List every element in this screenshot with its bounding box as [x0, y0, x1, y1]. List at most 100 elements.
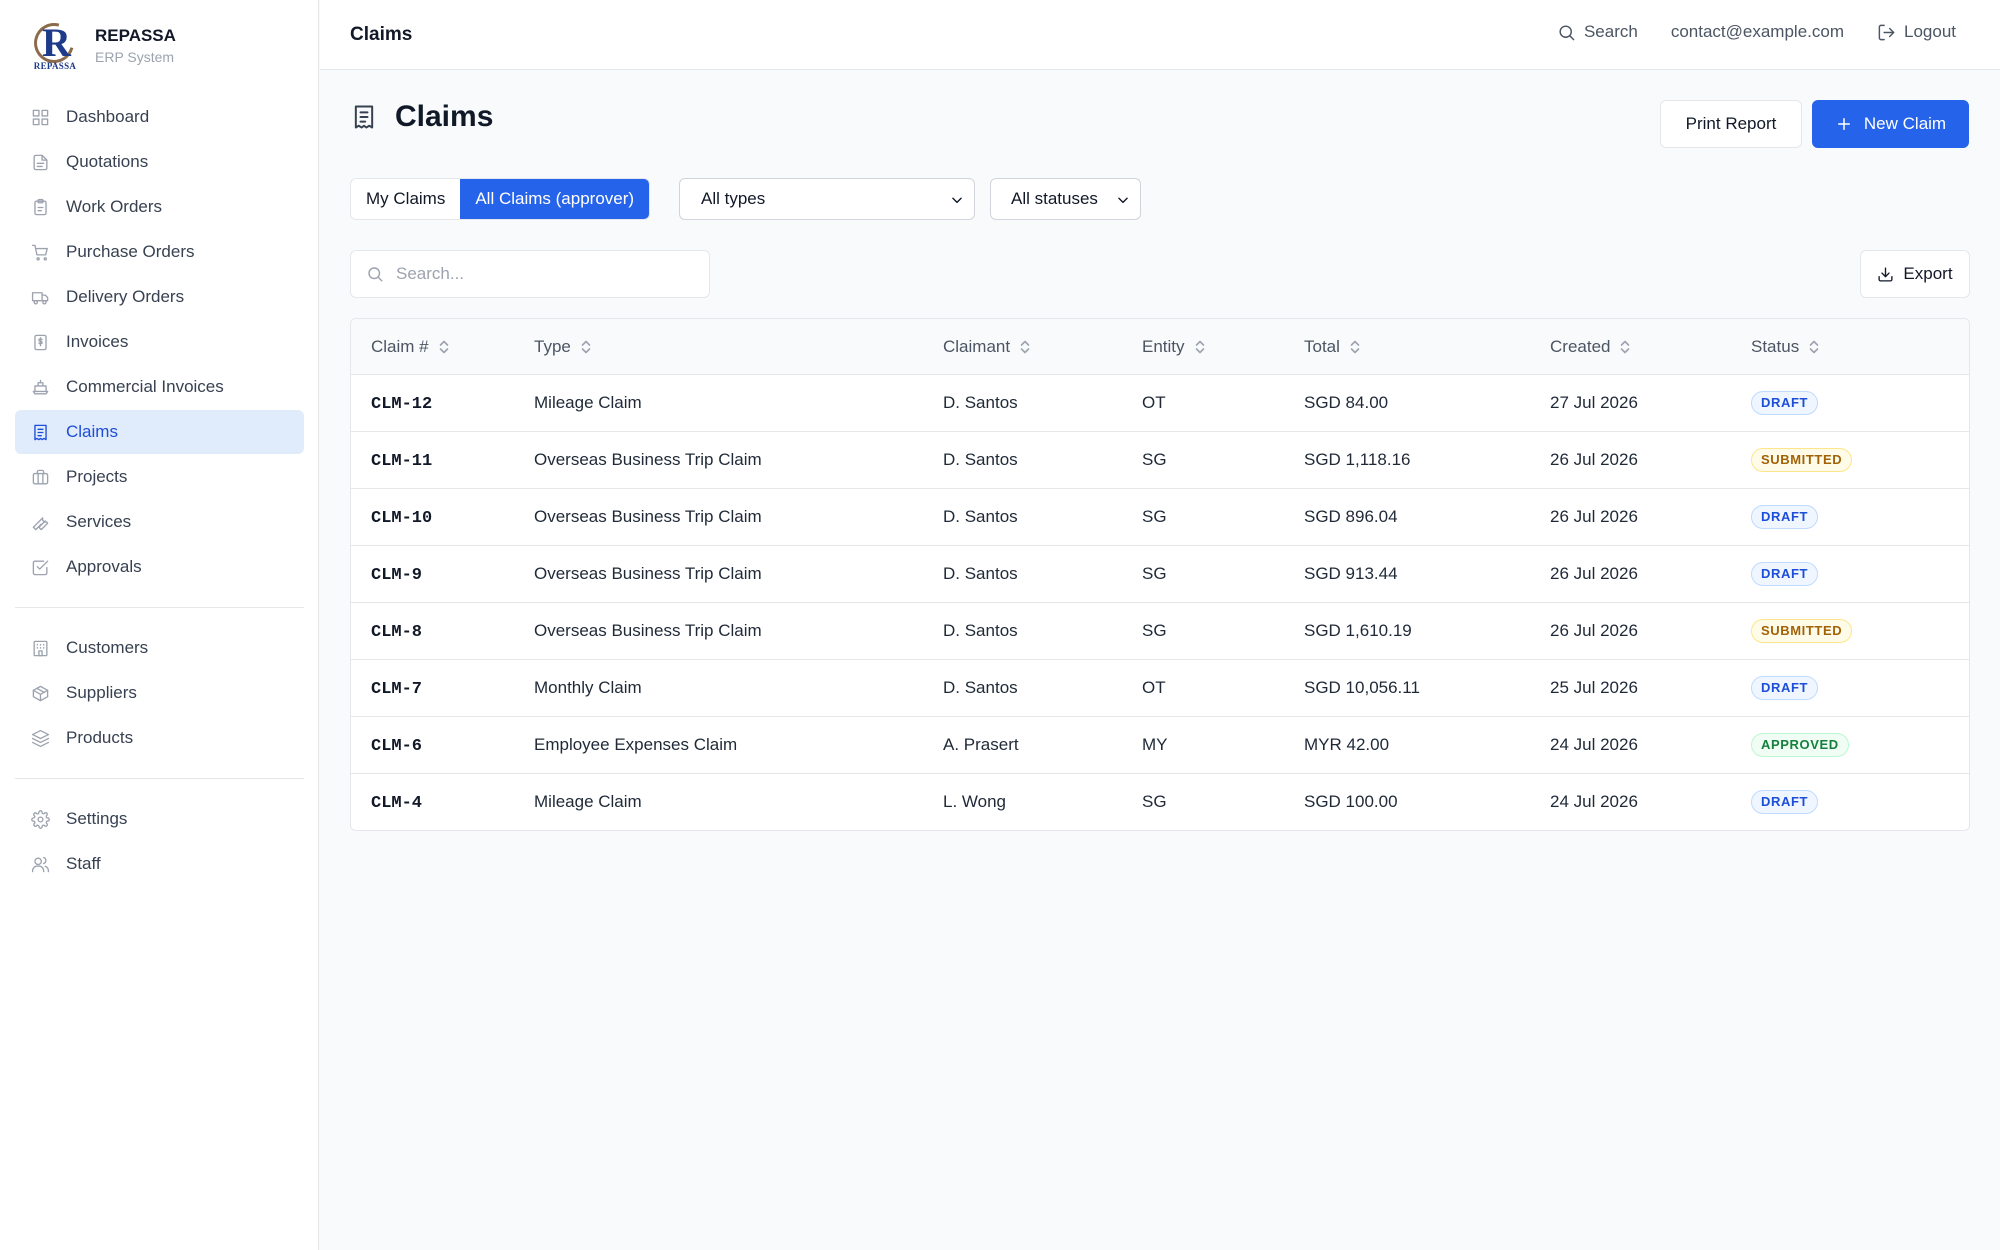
claim-number-link[interactable]: CLM-6 [371, 737, 422, 756]
layers-icon [30, 728, 50, 748]
cell-total: SGD 10,056.11 [1304, 678, 1420, 697]
table-row[interactable]: CLM-7 Monthly Claim D. Santos OT SGD 10,056.… [351, 660, 1969, 717]
cell-id[interactable]: CLM-6 [351, 735, 534, 756]
cell-status: SUBMITTED [1751, 619, 1969, 643]
topbar-search-button[interactable]: Search [1557, 22, 1638, 42]
cell-id[interactable]: CLM-7 [351, 678, 534, 699]
cell-id[interactable]: CLM-11 [351, 450, 534, 471]
column-header[interactable]: Status [1751, 337, 1969, 357]
sidebar-item-projects[interactable]: Projects [15, 455, 304, 499]
column-header[interactable]: Type [534, 337, 943, 357]
print-report-button[interactable]: Print Report [1660, 100, 1802, 148]
sort-icon [438, 339, 450, 355]
table-row[interactable]: CLM-6 Employee Expenses Claim A. Prasert MY… [351, 717, 1969, 774]
sidebar-item-quotations[interactable]: Quotations [15, 140, 304, 184]
sort-icon [1194, 339, 1206, 355]
cell-status: DRAFT [1751, 676, 1969, 700]
status-filter-select[interactable]: All statuses [990, 178, 1141, 220]
column-header[interactable]: Claimant [943, 337, 1142, 357]
sidebar-item-label: Commercial Invoices [66, 377, 224, 396]
download-icon [1878, 266, 1893, 282]
sidebar-item-approvals[interactable]: Approvals [15, 545, 304, 589]
package-icon [30, 683, 50, 703]
check-square-icon [30, 557, 50, 577]
sort-icon [1619, 339, 1631, 355]
sidebar-item-dashboard[interactable]: Dashboard [15, 95, 304, 139]
receipt-icon [354, 105, 374, 129]
brand[interactable]: R REPASSA REPASSA ERP System [26, 15, 176, 72]
cell-id[interactable]: CLM-4 [351, 792, 534, 813]
cell-id[interactable]: CLM-8 [351, 621, 534, 642]
cell-total: SGD 913.44 [1304, 564, 1398, 583]
receipt-icon [30, 422, 50, 442]
logout-button[interactable]: Logout [1877, 22, 1956, 42]
table-row[interactable]: CLM-12 Mileage Claim D. Santos OT SGD 84.00 2… [351, 375, 1969, 432]
new-claim-label: New Claim [1863, 114, 1947, 133]
sidebar-item-work-orders[interactable]: Work Orders [15, 185, 304, 229]
cell-total: MYR 42.00 [1304, 735, 1390, 754]
sort-icon [580, 339, 592, 355]
claim-number-link[interactable]: CLM-7 [371, 680, 422, 699]
status-badge: DRAFT [1751, 790, 1819, 814]
sidebar-item-claims[interactable]: Claims [15, 410, 304, 454]
new-claim-button[interactable]: New Claim [1812, 100, 1969, 148]
claim-number-link[interactable]: CLM-12 [371, 395, 432, 414]
claim-number-link[interactable]: CLM-8 [371, 623, 422, 642]
status-badge: DRAFT [1751, 676, 1819, 700]
table-row[interactable]: CLM-11 Overseas Business Trip Claim D. San… [351, 432, 1969, 489]
column-header-label: Entity [1142, 336, 1185, 356]
sidebar-item-products[interactable]: Products [15, 716, 304, 760]
sidebar-item-staff[interactable]: Staff [15, 842, 304, 886]
cell-type: Mileage Claim [534, 792, 642, 811]
claim-number-link[interactable]: CLM-9 [371, 566, 422, 585]
cell-id[interactable]: CLM-12 [351, 393, 534, 414]
chevron-down-icon [1116, 192, 1130, 206]
claim-number-link[interactable]: CLM-4 [371, 794, 422, 813]
tab-all-claims[interactable]: All Claims (approver) [460, 179, 650, 219]
cell-entity: MY [1142, 735, 1168, 754]
cell-id[interactable]: CLM-10 [351, 507, 534, 528]
status-badge: DRAFT [1751, 391, 1819, 415]
cell-status: APPROVED [1751, 733, 1969, 757]
sidebar-item-suppliers[interactable]: Suppliers [15, 671, 304, 715]
sidebar-item-settings[interactable]: Settings [15, 797, 304, 841]
cell-status: SUBMITTED [1751, 448, 1969, 472]
column-header[interactable]: Entity [1142, 337, 1304, 357]
status-badge: SUBMITTED [1751, 619, 1853, 643]
search-input[interactable] [396, 264, 696, 284]
column-header-label: Claimant [943, 336, 1011, 356]
sidebar-item-services[interactable]: Services [15, 500, 304, 544]
sidebar-item-label: Customers [66, 638, 149, 657]
sidebar-item-delivery-orders[interactable]: Delivery Orders [15, 275, 304, 319]
briefcase-icon [30, 467, 50, 487]
sidebar-item-label: Claims [66, 422, 118, 441]
cell-created: 26 Jul 2026 [1550, 621, 1638, 640]
column-header[interactable]: Total [1304, 337, 1550, 357]
tab-my-claims[interactable]: My Claims [351, 179, 460, 219]
cell-total: SGD 1,118.16 [1304, 450, 1411, 469]
clipboard-icon [30, 197, 50, 217]
cell-id[interactable]: CLM-9 [351, 564, 534, 585]
sidebar: R REPASSA REPASSA ERP System Dashboard Qu… [0, 0, 319, 1250]
column-header-label: Total [1304, 336, 1340, 356]
sidebar-item-customers[interactable]: Customers [15, 626, 304, 670]
export-button[interactable]: Export [1860, 250, 1970, 298]
sidebar-item-commercial-invoices[interactable]: Commercial Invoices [15, 365, 304, 409]
ship-icon [30, 377, 50, 397]
column-header[interactable]: Claim # [351, 337, 534, 357]
column-header-label: Created [1550, 336, 1611, 356]
column-header[interactable]: Created [1550, 337, 1751, 357]
type-filter-select[interactable]: All types [679, 178, 975, 220]
table-row[interactable]: CLM-4 Mileage Claim L. Wong SG SGD 100.00 24 … [351, 774, 1969, 830]
page-header: Claims [350, 100, 493, 134]
cell-created: 24 Jul 2026 [1550, 735, 1638, 754]
table-row[interactable]: CLM-10 Overseas Business Trip Claim D. San… [351, 489, 1969, 546]
table-row[interactable]: CLM-9 Overseas Business Trip Claim D. Sant… [351, 546, 1969, 603]
claim-number-link[interactable]: CLM-11 [371, 452, 432, 471]
gear-icon [30, 809, 50, 829]
table-row[interactable]: CLM-8 Overseas Business Trip Claim D. Sant… [351, 603, 1969, 660]
cell-created: 26 Jul 2026 [1550, 564, 1638, 583]
sidebar-item-purchase-orders[interactable]: Purchase Orders [15, 230, 304, 274]
claim-number-link[interactable]: CLM-10 [371, 509, 432, 528]
sidebar-item-invoices[interactable]: Invoices [15, 320, 304, 364]
